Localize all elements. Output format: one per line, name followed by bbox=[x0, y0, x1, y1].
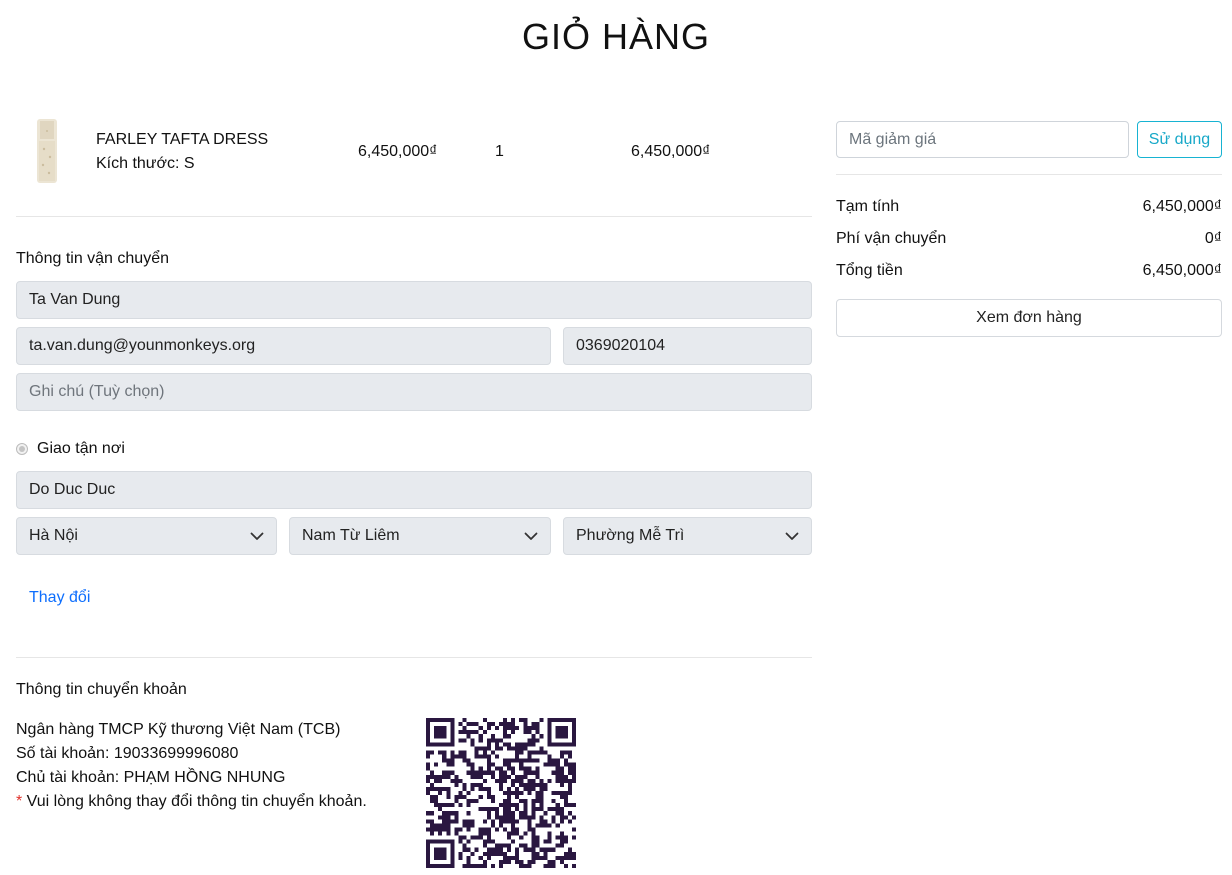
district-select-value: Nam Từ Liêm bbox=[302, 527, 400, 544]
address-field[interactable] bbox=[16, 471, 812, 509]
shipping-fee-value: 0₫ bbox=[1204, 230, 1222, 247]
bank-heading: Thông tin chuyển khoản bbox=[16, 681, 187, 698]
apply-coupon-button[interactable]: Sử dụng bbox=[1137, 121, 1222, 158]
fullname-field[interactable] bbox=[16, 281, 812, 319]
note-field[interactable] bbox=[16, 373, 812, 411]
product-price: 6,450,000₫ bbox=[358, 143, 438, 160]
ward-select[interactable]: Phường Mễ Trì bbox=[563, 517, 812, 555]
shipping-fee-row: Phí vận chuyển 0₫ bbox=[836, 230, 1222, 248]
cart-item-row: FARLEY TAFTA DRESS Kích thước: S 6,450,0… bbox=[16, 119, 812, 185]
total-row: Tổng tiền 6,450,000₫ bbox=[836, 262, 1222, 280]
product-line-total: 6,450,000₫ bbox=[631, 143, 711, 160]
subtotal-value: 6,450,000₫ bbox=[1142, 198, 1222, 215]
divider bbox=[836, 174, 1222, 175]
bank-account-holder: Chủ tài khoản: PHẠM HỒNG NHUNG bbox=[16, 769, 286, 786]
bank-warning-text: Vui lòng không thay đổi thông tin chuyển… bbox=[22, 793, 367, 810]
divider bbox=[16, 216, 812, 217]
total-value: 6,450,000₫ bbox=[1142, 262, 1222, 279]
bank-account-number: Số tài khoản: 19033699996080 bbox=[16, 745, 239, 762]
delivery-option-label[interactable]: Giao tận nơi bbox=[37, 440, 125, 458]
email-field[interactable] bbox=[16, 327, 551, 365]
product-name[interactable]: FARLEY TAFTA DRESS bbox=[96, 131, 268, 149]
ward-select-value: Phường Mễ Trì bbox=[576, 527, 685, 544]
coupon-input[interactable] bbox=[836, 121, 1129, 158]
page-title: GIỎ HÀNG bbox=[521, 16, 711, 57]
chevron-down-icon bbox=[250, 532, 264, 540]
chevron-down-icon bbox=[785, 532, 799, 540]
delivery-radio[interactable] bbox=[16, 443, 28, 455]
district-select[interactable]: Nam Từ Liêm bbox=[289, 517, 551, 555]
product-size: Kích thước: S bbox=[96, 155, 195, 172]
product-quantity: 1 bbox=[495, 143, 504, 160]
payment-qr-code bbox=[426, 718, 576, 868]
change-address-link[interactable]: Thay đổi bbox=[29, 589, 90, 607]
bank-warning: * Vui lòng không thay đổi thông tin chuy… bbox=[16, 793, 367, 811]
total-label: Tổng tiền bbox=[836, 262, 903, 279]
city-select[interactable]: Hà Nội bbox=[16, 517, 277, 555]
divider bbox=[16, 657, 812, 658]
bank-name: Ngân hàng TMCP Kỹ thương Việt Nam (TCB) bbox=[16, 721, 341, 738]
city-select-value: Hà Nội bbox=[29, 527, 78, 544]
product-thumbnail[interactable] bbox=[34, 119, 60, 183]
shipping-heading: Thông tin vận chuyển bbox=[16, 250, 169, 267]
subtotal-label: Tạm tính bbox=[836, 198, 900, 215]
phone-field[interactable] bbox=[563, 327, 812, 365]
subtotal-row: Tạm tính 6,450,000₫ bbox=[836, 198, 1222, 216]
shipping-fee-label: Phí vận chuyển bbox=[836, 230, 947, 247]
chevron-down-icon bbox=[524, 532, 538, 540]
view-order-button[interactable]: Xem đơn hàng bbox=[836, 299, 1222, 337]
